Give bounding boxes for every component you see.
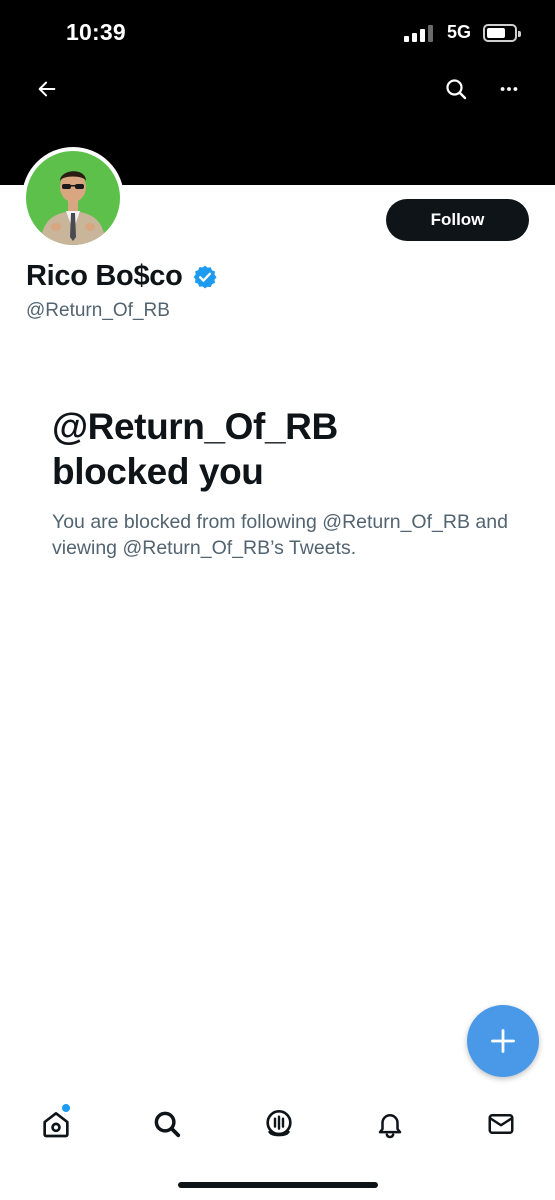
display-name: Rico Bo$co xyxy=(26,260,183,292)
arrow-left-icon xyxy=(38,81,56,97)
cellular-signal-icon xyxy=(403,24,433,42)
back-button[interactable] xyxy=(27,69,67,109)
search-icon xyxy=(154,1111,181,1138)
network-type: 5G xyxy=(446,22,471,42)
blocked-description: You are blocked from following @Return_O… xyxy=(52,511,508,559)
spaces-icon xyxy=(266,1110,292,1137)
verified-badge-icon xyxy=(193,265,217,288)
tab-messages[interactable] xyxy=(479,1102,523,1146)
more-horizontal-icon xyxy=(500,87,518,91)
home-icon xyxy=(43,1112,69,1138)
search-icon xyxy=(446,79,467,100)
search-button[interactable] xyxy=(436,69,476,109)
blocked-title-handle: @Return_Of_RB xyxy=(52,406,338,447)
home-indicator xyxy=(178,1182,378,1188)
home-notification-dot xyxy=(62,1104,70,1112)
status-indicators: 5G xyxy=(403,22,521,43)
blocked-title-text: blocked you xyxy=(52,451,264,492)
tab-notifications[interactable] xyxy=(368,1102,412,1146)
follow-button[interactable]: Follow xyxy=(386,199,529,241)
battery-icon xyxy=(483,23,521,42)
bottom-tab-bar xyxy=(0,1090,555,1160)
status-time: 10:39 xyxy=(66,19,126,45)
tab-home[interactable] xyxy=(34,1102,78,1146)
avatar[interactable] xyxy=(22,147,124,249)
compose-tweet-button[interactable] xyxy=(467,1005,539,1077)
user-handle: @Return_Of_RB xyxy=(26,300,170,321)
plus-icon xyxy=(491,1029,515,1053)
tab-search[interactable] xyxy=(145,1102,189,1146)
avatar-image xyxy=(26,151,120,245)
more-button[interactable] xyxy=(489,69,529,109)
mail-icon xyxy=(488,1114,514,1134)
blocked-title: @Return_Of_RB blocked you xyxy=(52,404,492,494)
bell-icon xyxy=(378,1114,402,1139)
display-name-row: Rico Bo$co xyxy=(26,260,218,293)
tab-spaces[interactable] xyxy=(257,1102,301,1146)
